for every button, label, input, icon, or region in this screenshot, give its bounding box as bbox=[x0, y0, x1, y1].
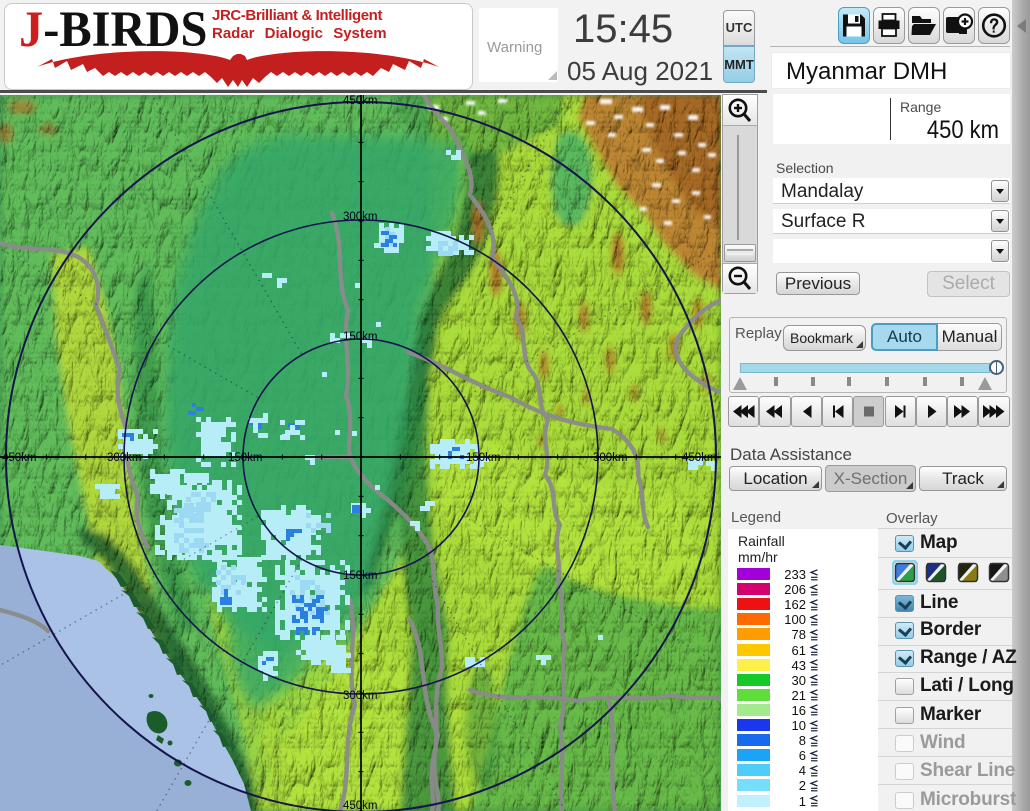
svg-text:300km: 300km bbox=[107, 452, 142, 464]
svg-text:300km: 300km bbox=[593, 452, 628, 464]
svg-text:450km: 450km bbox=[343, 95, 378, 107]
svg-text:300km: 300km bbox=[343, 211, 378, 223]
svg-text:450km: 450km bbox=[2, 452, 37, 464]
svg-text:300km: 300km bbox=[343, 690, 378, 702]
svg-text:150km: 150km bbox=[343, 570, 378, 582]
svg-text:150km: 150km bbox=[466, 452, 501, 464]
svg-text:450km: 450km bbox=[682, 452, 717, 464]
svg-text:450km: 450km bbox=[343, 800, 378, 811]
svg-text:150km: 150km bbox=[228, 452, 263, 464]
svg-text:150km: 150km bbox=[343, 331, 378, 343]
